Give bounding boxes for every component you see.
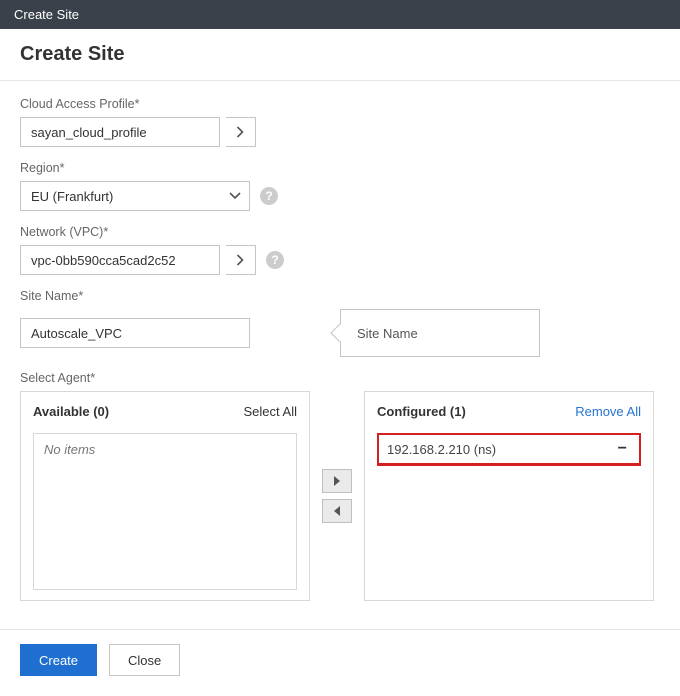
triangle-right-icon	[333, 476, 341, 486]
cloud-profile-label: Cloud Access Profile*	[20, 97, 660, 111]
site-name-row: Site Name	[20, 309, 660, 357]
remove-item-icon[interactable]: −	[614, 441, 631, 457]
configured-item[interactable]: 192.168.2.210 (ns) −	[377, 433, 641, 466]
create-button[interactable]: Create	[20, 644, 97, 676]
region-help-icon[interactable]: ?	[260, 187, 278, 205]
window-titlebar: Create Site	[0, 0, 680, 29]
site-name-input[interactable]	[20, 318, 250, 348]
window-title: Create Site	[14, 7, 79, 22]
no-items-text: No items	[34, 434, 296, 465]
available-header: Available (0) Select All	[33, 402, 297, 423]
network-field: vpc-0bb590cca5cad2c52 ?	[20, 245, 660, 275]
site-name-label: Site Name*	[20, 289, 660, 303]
available-title: Available (0)	[33, 404, 109, 419]
move-right-button[interactable]	[322, 469, 352, 493]
region-select[interactable]: EU (Frankfurt)	[20, 181, 250, 211]
footer: Create Close	[0, 629, 680, 676]
agent-shuttle: Available (0) Select All No items Config	[20, 391, 660, 601]
shuttle-controls	[322, 469, 352, 523]
configured-list[interactable]: 192.168.2.210 (ns) −	[377, 433, 641, 590]
network-label: Network (VPC)*	[20, 225, 660, 239]
available-panel: Available (0) Select All No items	[20, 391, 310, 601]
remove-all-button[interactable]: Remove All	[575, 404, 641, 419]
select-agent-label: Select Agent*	[20, 371, 660, 385]
page-body: Create Site Cloud Access Profile* sayan_…	[0, 29, 680, 696]
help-glyph: ?	[271, 253, 278, 267]
network-value: vpc-0bb590cca5cad2c52	[21, 253, 219, 268]
configured-item-label: 192.168.2.210 (ns)	[387, 442, 496, 457]
network-help-icon[interactable]: ?	[266, 251, 284, 269]
page-title: Create Site	[20, 43, 660, 66]
available-list[interactable]: No items	[33, 433, 297, 590]
cloud-profile-browse-button[interactable]	[226, 117, 256, 147]
configured-title: Configured (1)	[377, 404, 466, 419]
site-name-tooltip: Site Name	[340, 309, 540, 357]
region-field: EU (Frankfurt) ?	[20, 181, 660, 211]
chevron-down-icon	[221, 192, 249, 200]
chevron-right-icon	[236, 126, 245, 138]
help-glyph: ?	[265, 189, 272, 203]
select-all-button[interactable]: Select All	[244, 404, 297, 419]
cloud-profile-field: sayan_cloud_profile	[20, 117, 660, 147]
triangle-left-icon	[333, 506, 341, 516]
move-left-button[interactable]	[322, 499, 352, 523]
cloud-profile-value: sayan_cloud_profile	[21, 125, 219, 140]
divider	[0, 80, 680, 81]
cloud-profile-input[interactable]: sayan_cloud_profile	[20, 117, 220, 147]
network-browse-button[interactable]	[226, 245, 256, 275]
region-label: Region*	[20, 161, 660, 175]
configured-header: Configured (1) Remove All	[377, 402, 641, 423]
configured-panel: Configured (1) Remove All 192.168.2.210 …	[364, 391, 654, 601]
network-input[interactable]: vpc-0bb590cca5cad2c52	[20, 245, 220, 275]
region-value: EU (Frankfurt)	[21, 189, 221, 204]
close-button[interactable]: Close	[109, 644, 180, 676]
chevron-right-icon	[236, 254, 245, 266]
tooltip-text: Site Name	[357, 326, 418, 341]
